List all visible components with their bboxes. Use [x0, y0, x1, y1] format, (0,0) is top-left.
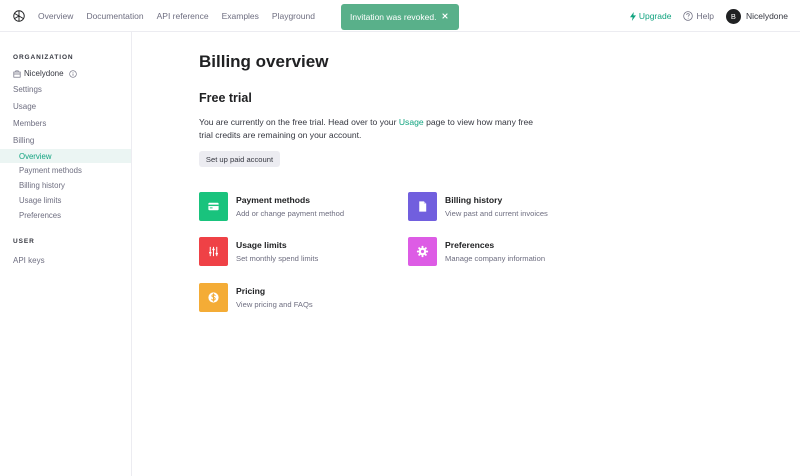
- help-circle-icon: [683, 11, 694, 21]
- sidebar-item-members[interactable]: Members: [13, 119, 46, 128]
- upgrade-label: Upgrade: [638, 11, 672, 21]
- card-title: Payment methods: [236, 195, 311, 205]
- nav-right: Upgrade Help B Nicelydone: [629, 0, 788, 32]
- lightning-icon: [629, 11, 636, 21]
- card-usage-limits[interactable]: Usage limits Set monthly spend limits: [199, 237, 318, 266]
- setup-paid-account-button[interactable]: Set up paid account: [199, 151, 280, 167]
- toast-message: Invitation was revoked.: [350, 12, 437, 22]
- card-icon-tile: [408, 237, 437, 266]
- sidebar-subitem-preferences[interactable]: Preferences: [0, 208, 131, 222]
- sidebar-item-settings[interactable]: Settings: [13, 85, 42, 94]
- document-icon: [419, 201, 427, 212]
- sidebar-subitem-overview[interactable]: Overview: [0, 149, 131, 163]
- user-menu[interactable]: B Nicelydone: [725, 8, 788, 24]
- page-title: Billing overview: [199, 52, 329, 71]
- card-title: Pricing: [236, 286, 266, 296]
- toast-notification: Invitation was revoked.: [341, 4, 459, 30]
- close-icon[interactable]: [440, 11, 450, 21]
- card-text: Billing history View past and current in…: [445, 192, 548, 221]
- para-text-before: You are currently on the free trial. Hea…: [199, 117, 399, 127]
- card-preferences[interactable]: Preferences Manage company information: [408, 237, 545, 266]
- sidebar-item-api-keys[interactable]: API keys: [13, 256, 45, 265]
- card-text: Pricing View pricing and FAQs: [236, 283, 313, 312]
- card-text: Usage limits Set monthly spend limits: [236, 237, 318, 266]
- dollar-icon: [208, 292, 219, 303]
- sidebar: ORGANIZATION Nicelydone Settings Usage M…: [0, 32, 132, 476]
- card-pricing[interactable]: Pricing View pricing and FAQs: [199, 283, 313, 312]
- nav-documentation[interactable]: Documentation: [86, 11, 143, 21]
- card-icon-tile: [199, 237, 228, 266]
- card-description: Set monthly spend limits: [236, 254, 319, 263]
- usage-link[interactable]: Usage: [399, 117, 424, 127]
- sliders-icon: [209, 246, 218, 257]
- avatar: B: [725, 8, 741, 24]
- sidebar-subitem-usage-limits[interactable]: Usage limits: [0, 193, 131, 207]
- credit-card-icon: [208, 202, 219, 211]
- help-link[interactable]: Help: [683, 11, 714, 21]
- info-icon[interactable]: [68, 69, 77, 78]
- card-description: View pricing and FAQs: [236, 300, 313, 309]
- card-description: Add or change payment method: [236, 209, 345, 218]
- user-name: Nicelydone: [745, 11, 788, 21]
- nav-examples[interactable]: Examples: [222, 11, 259, 21]
- sidebar-item-billing[interactable]: Billing: [13, 136, 34, 145]
- free-trial-description: You are currently on the free trial. Hea…: [199, 116, 544, 142]
- organization-section-label: ORGANIZATION: [13, 54, 74, 61]
- sidebar-subitem-payment-methods[interactable]: Payment methods: [0, 163, 131, 177]
- card-icon-tile: [199, 283, 228, 312]
- sidebar-subitem-billing-history[interactable]: Billing history: [0, 178, 131, 192]
- nav-links: Overview Documentation API reference Exa…: [38, 0, 328, 32]
- card-text: Preferences Manage company information: [445, 237, 545, 266]
- card-description: Manage company information: [445, 254, 546, 263]
- building-icon: [13, 69, 21, 78]
- card-description: View past and current invoices: [445, 209, 548, 218]
- card-billing-history[interactable]: Billing history View past and current in…: [408, 192, 548, 221]
- nav-api-reference[interactable]: API reference: [157, 11, 209, 21]
- card-icon-tile: [408, 192, 437, 221]
- gear-icon: [416, 245, 429, 258]
- upgrade-link[interactable]: Upgrade: [629, 11, 672, 21]
- free-trial-heading: Free trial: [199, 91, 252, 105]
- card-payment-methods[interactable]: Payment methods Add or change payment me…: [199, 192, 344, 221]
- card-title: Preferences: [445, 240, 495, 250]
- nav-overview[interactable]: Overview: [38, 11, 73, 21]
- card-title: Usage limits: [236, 240, 287, 250]
- card-title: Billing history: [445, 195, 503, 205]
- openai-logo-icon[interactable]: [12, 9, 26, 23]
- sidebar-item-usage[interactable]: Usage: [13, 102, 36, 111]
- org-switcher[interactable]: Nicelydone: [13, 69, 77, 78]
- card-text: Payment methods Add or change payment me…: [236, 192, 344, 221]
- org-name: Nicelydone: [24, 69, 64, 78]
- nav-playground[interactable]: Playground: [272, 11, 315, 21]
- card-icon-tile: [199, 192, 228, 221]
- help-label: Help: [696, 11, 714, 21]
- user-section-label: USER: [13, 238, 35, 245]
